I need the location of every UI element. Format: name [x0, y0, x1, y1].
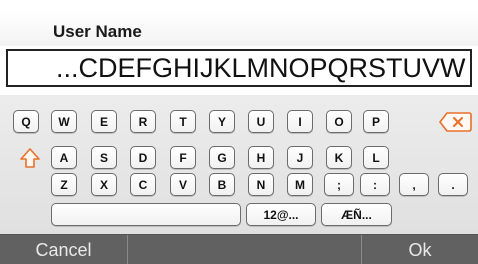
key-s[interactable]: S — [91, 146, 117, 169]
key-c[interactable]: C — [130, 173, 156, 196]
shift-key[interactable] — [18, 146, 41, 169]
shift-arrow-icon — [19, 147, 40, 168]
key-x[interactable]: X — [91, 173, 117, 196]
key-,[interactable]: , — [399, 173, 429, 196]
divider — [127, 235, 128, 264]
key-p[interactable]: P — [363, 110, 389, 133]
key-b[interactable]: B — [209, 173, 235, 196]
key-z[interactable]: Z — [51, 173, 77, 196]
ok-label: Ok — [408, 239, 432, 260]
key-o[interactable]: O — [326, 110, 352, 133]
key-i[interactable]: I — [287, 110, 313, 133]
key-w[interactable]: W — [51, 110, 77, 133]
key-m[interactable]: M — [287, 173, 313, 196]
key-q[interactable]: Q — [13, 110, 39, 133]
key-l[interactable]: L — [363, 146, 389, 169]
space-key[interactable] — [51, 203, 241, 226]
key-g[interactable]: G — [209, 146, 235, 169]
key-j[interactable]: J — [287, 146, 313, 169]
ok-button[interactable]: Ok — [362, 235, 478, 264]
action-bar: Cancel Ok — [0, 234, 478, 264]
key-t[interactable]: T — [170, 110, 196, 133]
cancel-label: Cancel — [35, 239, 92, 260]
key-h[interactable]: H — [248, 146, 274, 169]
key-y[interactable]: Y — [209, 110, 235, 133]
field-label: User Name — [53, 22, 142, 41]
key-;[interactable]: ; — [324, 173, 354, 196]
key-d[interactable]: D — [130, 146, 156, 169]
key-:[interactable]: : — [360, 173, 390, 196]
key-a[interactable]: A — [51, 146, 77, 169]
key-n[interactable]: N — [248, 173, 274, 196]
key-k[interactable]: K — [326, 146, 352, 169]
key-f[interactable]: F — [170, 146, 196, 169]
cancel-button[interactable]: Cancel — [0, 235, 127, 264]
key-e[interactable]: E — [91, 110, 117, 133]
username-input[interactable]: ...CDEFGHIJKLMNOPQRSTUVW — [6, 49, 472, 87]
key-u[interactable]: U — [248, 110, 274, 133]
symbols-key[interactable]: 12@... — [246, 203, 316, 226]
key-r[interactable]: R — [130, 110, 156, 133]
backspace-icon — [438, 112, 472, 132]
key-.[interactable]: . — [438, 173, 468, 196]
key-v[interactable]: V — [170, 173, 196, 196]
accents-key[interactable]: ÆÑ... — [321, 203, 392, 226]
backspace-key[interactable] — [438, 111, 472, 133]
